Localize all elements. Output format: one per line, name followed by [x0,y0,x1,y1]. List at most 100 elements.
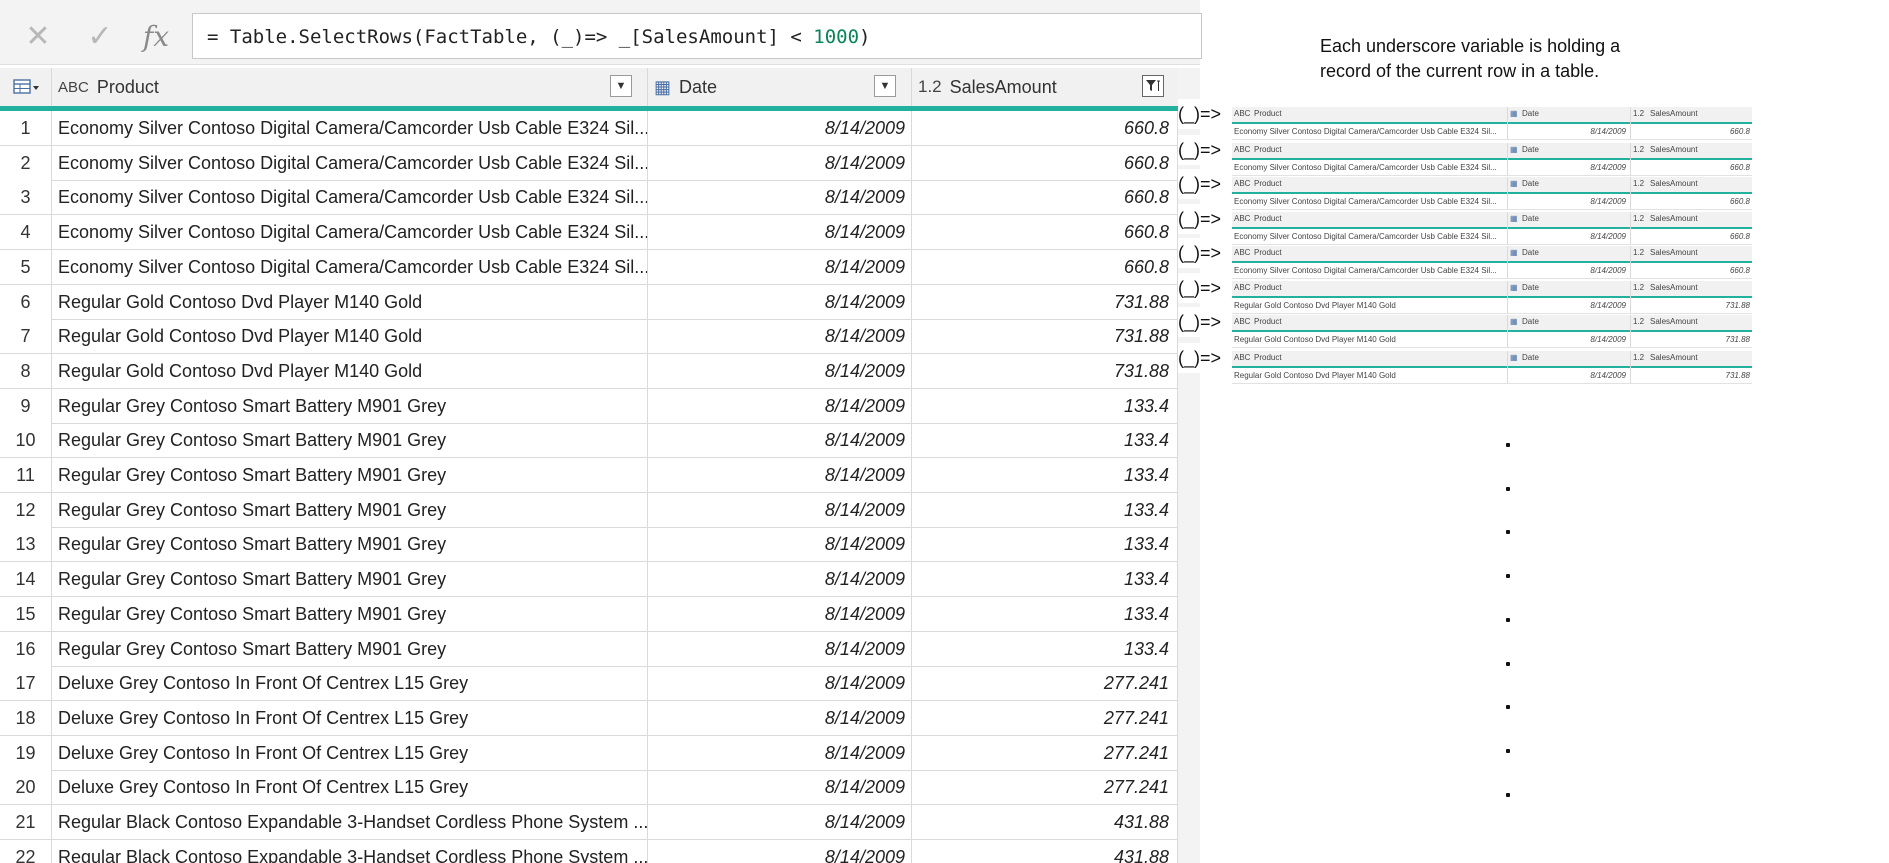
product-cell[interactable]: Regular Grey Contoso Smart Battery M901 … [52,631,648,666]
row-number[interactable]: 3 [0,180,52,215]
date-cell[interactable]: 8/14/2009 [648,839,912,863]
table-row[interactable]: 11 Regular Grey Contoso Smart Battery M90… [0,458,1178,493]
sales-amount-cell[interactable]: 431.88 [912,839,1178,863]
column-header-date[interactable]: ▦ Date ▼ [648,68,912,106]
product-cell[interactable]: Regular Grey Contoso Smart Battery M901 … [52,562,648,597]
table-row[interactable]: 10 Regular Grey Contoso Smart Battery M90… [0,423,1178,459]
sales-amount-cell[interactable]: 133.4 [912,527,1178,562]
row-number[interactable]: 7 [0,319,52,354]
row-number[interactable]: 4 [0,215,52,250]
sales-amount-cell[interactable]: 133.4 [912,562,1178,597]
sales-amount-cell[interactable]: 431.88 [912,805,1178,839]
table-row[interactable]: 2 Economy Silver Contoso Digital Camera/C… [0,145,1178,181]
sales-amount-cell[interactable]: 277.241 [912,735,1178,770]
row-number[interactable]: 22 [0,839,52,863]
row-number[interactable]: 13 [0,527,52,562]
row-number[interactable]: 14 [0,562,52,597]
date-cell[interactable]: 8/14/2009 [648,631,912,666]
table-row[interactable]: 20 Deluxe Grey Contoso In Front Of Centre… [0,770,1178,806]
table-menu-icon[interactable] [0,68,52,106]
row-number[interactable]: 5 [0,249,52,284]
table-row[interactable]: 5 Economy Silver Contoso Digital Camera/C… [0,249,1178,285]
row-number[interactable]: 15 [0,596,52,631]
product-cell[interactable]: Regular Grey Contoso Smart Battery M901 … [52,458,648,492]
sales-amount-cell[interactable]: 133.4 [912,631,1178,666]
product-cell[interactable]: Regular Grey Contoso Smart Battery M901 … [52,492,648,527]
product-cell[interactable]: Economy Silver Contoso Digital Camera/Ca… [52,111,648,145]
checkmark-icon[interactable]: ✓ [78,14,122,58]
row-number[interactable]: 20 [0,770,52,805]
row-number[interactable]: 17 [0,666,52,701]
filter-icon[interactable] [1142,75,1164,97]
sales-amount-cell[interactable]: 133.4 [912,388,1178,423]
sales-amount-cell[interactable]: 133.4 [912,423,1178,458]
decimal-type-icon[interactable]: 1.2 [918,77,942,97]
table-row[interactable]: 6 Regular Gold Contoso Dvd Player M140 Go… [0,284,1178,320]
chevron-down-icon[interactable]: ▼ [874,75,896,97]
product-cell[interactable]: Regular Black Contoso Expandable 3-Hands… [52,839,648,863]
date-cell[interactable]: 8/14/2009 [648,180,912,215]
sales-amount-cell[interactable]: 731.88 [912,284,1178,319]
row-number[interactable]: 11 [0,458,52,492]
product-cell[interactable]: Deluxe Grey Contoso In Front Of Centrex … [52,700,648,735]
date-cell[interactable]: 8/14/2009 [648,596,912,631]
sales-amount-cell[interactable]: 277.241 [912,770,1178,805]
table-row[interactable]: 18 Deluxe Grey Contoso In Front Of Centre… [0,700,1178,736]
product-cell[interactable]: Regular Grey Contoso Smart Battery M901 … [52,388,648,423]
date-cell[interactable]: 8/14/2009 [648,666,912,701]
sales-amount-cell[interactable]: 277.241 [912,700,1178,735]
row-number[interactable]: 12 [0,492,52,527]
product-cell[interactable]: Regular Gold Contoso Dvd Player M140 Gol… [52,284,648,319]
sales-amount-cell[interactable]: 660.8 [912,180,1178,215]
table-row[interactable]: 1 Economy Silver Contoso Digital Camera/C… [0,111,1178,146]
sales-amount-cell[interactable]: 660.8 [912,249,1178,284]
table-row[interactable]: 15 Regular Grey Contoso Smart Battery M90… [0,596,1178,632]
formula-input[interactable]: = Table.SelectRows(FactTable, (_)=> _[Sa… [192,13,1202,59]
date-cell[interactable]: 8/14/2009 [648,805,912,839]
date-cell[interactable]: 8/14/2009 [648,770,912,805]
product-cell[interactable]: Regular Black Contoso Expandable 3-Hands… [52,805,648,839]
date-cell[interactable]: 8/14/2009 [648,458,912,492]
sales-amount-cell[interactable]: 660.8 [912,111,1178,145]
row-number[interactable]: 21 [0,805,52,839]
product-cell[interactable]: Regular Grey Contoso Smart Battery M901 … [52,596,648,631]
date-cell[interactable]: 8/14/2009 [648,700,912,735]
date-cell[interactable]: 8/14/2009 [648,111,912,145]
sales-amount-cell[interactable]: 133.4 [912,492,1178,527]
row-number[interactable]: 8 [0,353,52,388]
sales-amount-cell[interactable]: 660.8 [912,145,1178,180]
table-row[interactable]: 4 Economy Silver Contoso Digital Camera/C… [0,215,1178,251]
column-header-salesamount[interactable]: 1.2 SalesAmount [912,68,1178,106]
row-number[interactable]: 2 [0,145,52,180]
date-cell[interactable]: 8/14/2009 [648,492,912,527]
table-row[interactable]: 14 Regular Grey Contoso Smart Battery M90… [0,562,1178,598]
sales-amount-cell[interactable]: 133.4 [912,458,1178,492]
date-cell[interactable]: 8/14/2009 [648,353,912,388]
product-cell[interactable]: Economy Silver Contoso Digital Camera/Ca… [52,249,648,284]
row-number[interactable]: 9 [0,388,52,423]
cancel-icon[interactable]: ✕ [16,14,60,58]
column-header-product[interactable]: ABC Product ▼ [52,68,648,106]
product-cell[interactable]: Regular Gold Contoso Dvd Player M140 Gol… [52,353,648,388]
product-cell[interactable]: Economy Silver Contoso Digital Camera/Ca… [52,215,648,250]
date-cell[interactable]: 8/14/2009 [648,249,912,284]
table-row[interactable]: 9 Regular Grey Contoso Smart Battery M901… [0,388,1178,424]
sales-amount-cell[interactable]: 133.4 [912,596,1178,631]
table-row[interactable]: 7 Regular Gold Contoso Dvd Player M140 Go… [0,319,1178,355]
date-cell[interactable]: 8/14/2009 [648,423,912,458]
sales-amount-cell[interactable]: 731.88 [912,353,1178,388]
date-type-icon[interactable]: ▦ [654,77,671,98]
row-number[interactable]: 1 [0,111,52,145]
product-cell[interactable]: Regular Grey Contoso Smart Battery M901 … [52,423,648,458]
row-number[interactable]: 10 [0,423,52,458]
product-cell[interactable]: Regular Gold Contoso Dvd Player M140 Gol… [52,319,648,354]
date-cell[interactable]: 8/14/2009 [648,145,912,180]
product-cell[interactable]: Deluxe Grey Contoso In Front Of Centrex … [52,735,648,770]
date-cell[interactable]: 8/14/2009 [648,319,912,354]
table-row[interactable]: 3 Economy Silver Contoso Digital Camera/C… [0,180,1178,216]
table-row[interactable]: 17 Deluxe Grey Contoso In Front Of Centre… [0,666,1178,702]
product-cell[interactable]: Regular Grey Contoso Smart Battery M901 … [52,527,648,562]
table-row[interactable]: 19 Deluxe Grey Contoso In Front Of Centre… [0,735,1178,771]
table-row[interactable]: 22 Regular Black Contoso Expandable 3-Han… [0,839,1178,863]
date-cell[interactable]: 8/14/2009 [648,215,912,250]
